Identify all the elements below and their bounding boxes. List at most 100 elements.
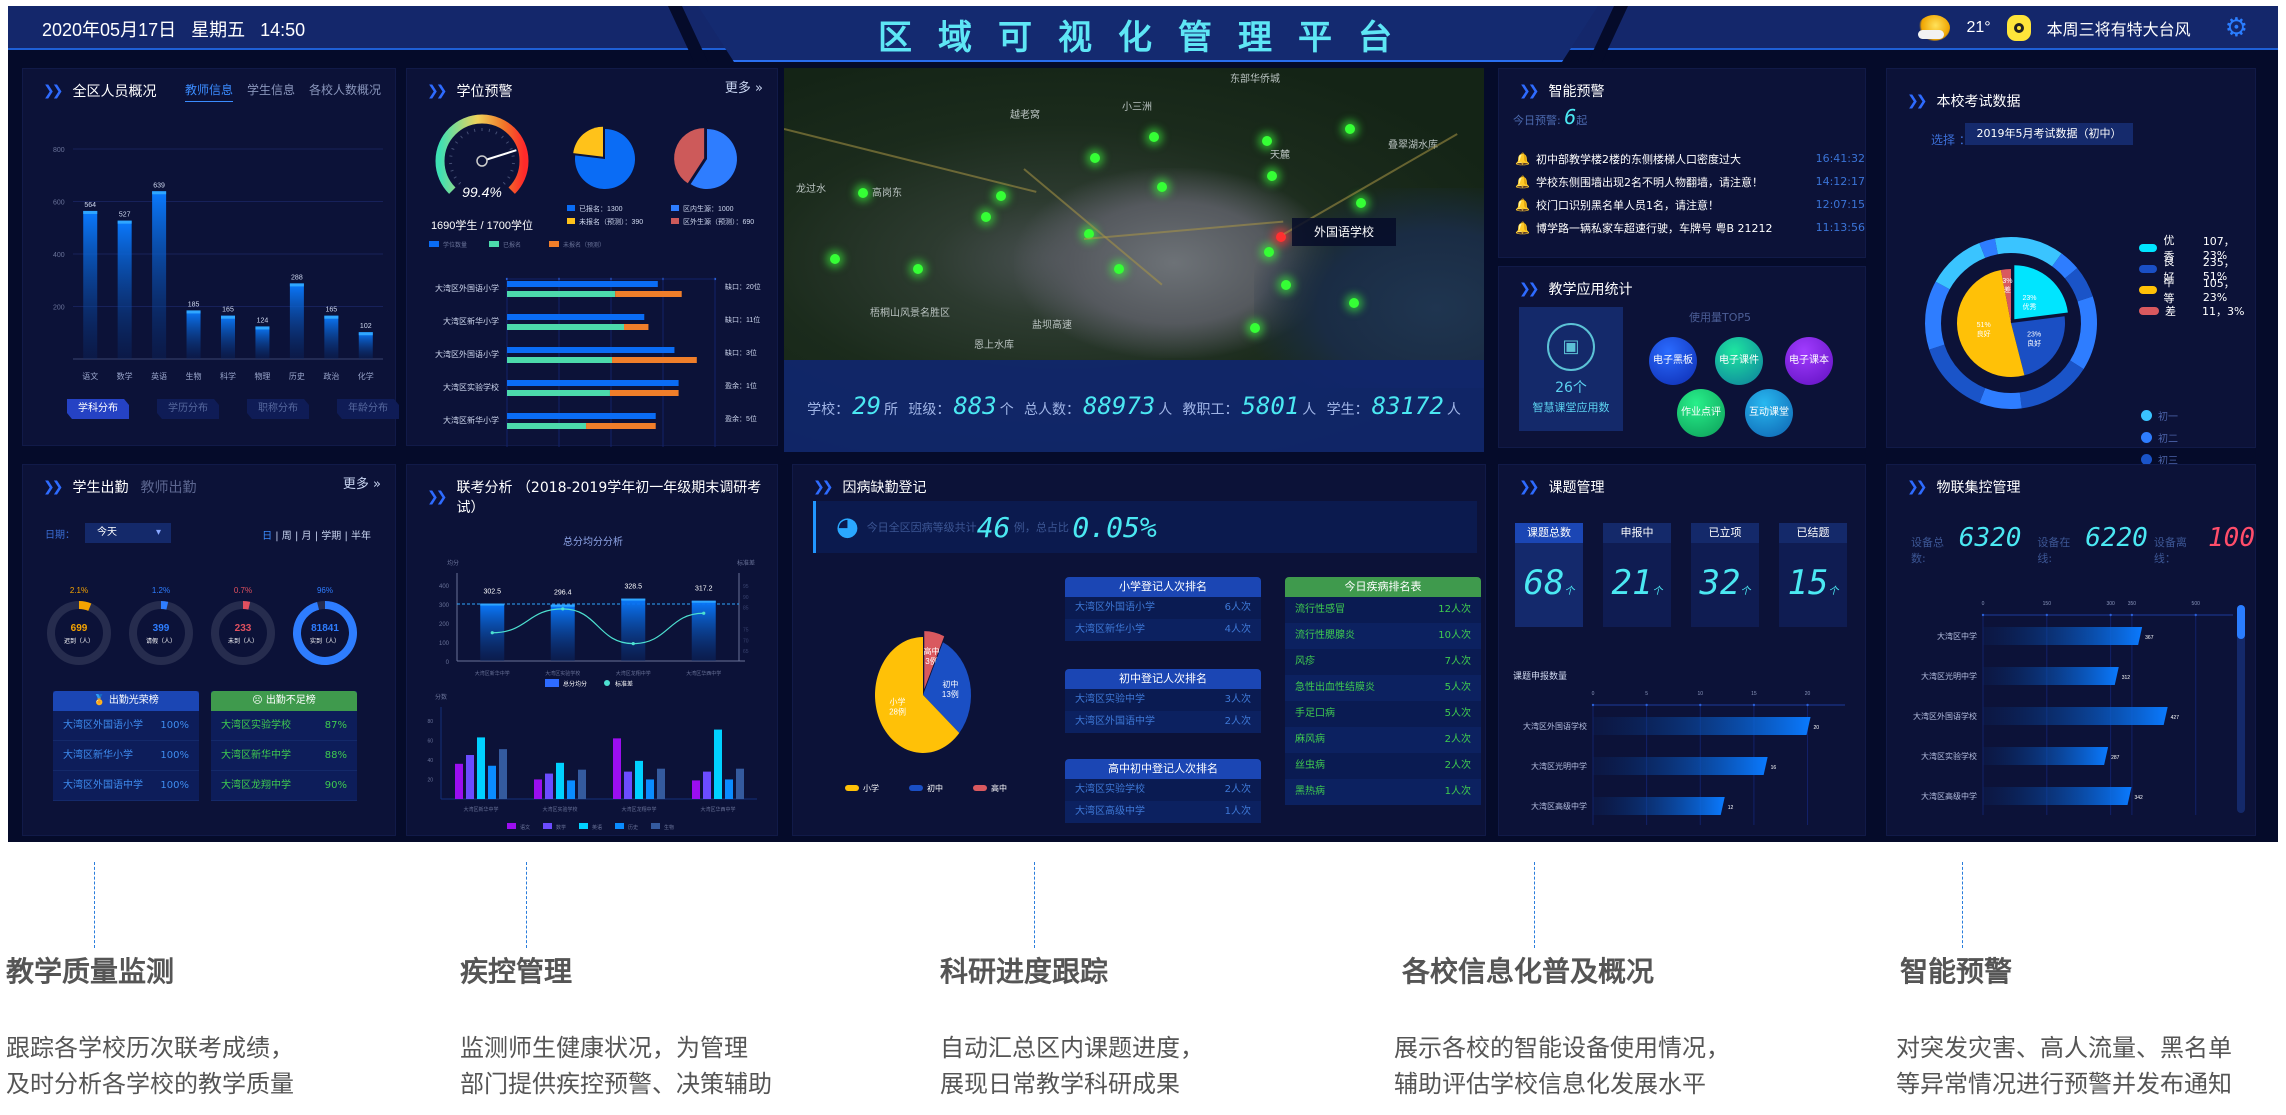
- app-bubble[interactable]: 电子课件: [1715, 337, 1763, 385]
- subject-distribution-button[interactable]: 学科分布: [67, 399, 129, 419]
- legend-grade-2[interactable]: 初二: [2141, 426, 2178, 448]
- slice-label: 3%: [2002, 278, 2012, 285]
- school-marker[interactable]: [1149, 132, 1159, 142]
- outer-ring-segment: [1979, 387, 2022, 409]
- bar: [725, 779, 733, 799]
- school-marker[interactable]: [1349, 298, 1359, 308]
- ring-label: 迟到（人）: [64, 637, 94, 645]
- app-bubble[interactable]: 互动课堂: [1745, 389, 1793, 437]
- school-marker[interactable]: [1267, 171, 1277, 181]
- school-marker[interactable]: [1250, 323, 1260, 333]
- school-marker[interactable]: [858, 188, 868, 198]
- app-bubble[interactable]: 作业点评: [1677, 389, 1725, 437]
- bar-value-label: 328.5: [624, 584, 642, 591]
- honor-row: 大湾区外国语中学 100%: [53, 771, 199, 801]
- y-tick-label-right: 85: [743, 606, 749, 612]
- school-marker[interactable]: [1090, 153, 1100, 163]
- school-marker[interactable]: [1157, 182, 1167, 192]
- school-marker[interactable]: [1262, 136, 1272, 146]
- y-tick-label: 80: [427, 719, 433, 725]
- education-distribution-button[interactable]: 学历分布: [157, 399, 219, 419]
- bar: [186, 310, 201, 359]
- y-tick-label: 大湾区实验学校: [443, 382, 499, 392]
- bar-value-label: 185: [188, 301, 200, 308]
- school-marker[interactable]: [830, 254, 840, 264]
- bar-cap: [186, 310, 201, 314]
- legend-swatch: [671, 205, 679, 211]
- y-tick-label-right: 90: [743, 595, 749, 601]
- gear-icon[interactable]: ⚙: [2225, 12, 2248, 43]
- scrollbar[interactable]: [2237, 605, 2245, 813]
- partly-sunny-icon: [1918, 14, 1951, 41]
- warning-item[interactable]: 🔔 初中部教学楼2楼的东侧楼梯人口密度过大 16:41:32: [1515, 147, 1865, 170]
- app-bubble[interactable]: 电子课本: [1785, 337, 1833, 385]
- x-tick-label: 大湾区龙翔中学: [616, 670, 651, 677]
- ring-percent: 1.2%: [152, 586, 170, 595]
- map-place-label: 梧桐山风景名胜区: [870, 308, 950, 319]
- header-right: 21° 本周三将有特大台风 ⚙: [1918, 12, 2248, 43]
- school-marker[interactable]: [1356, 198, 1366, 208]
- legend-grade-1[interactable]: 初一: [2141, 404, 2178, 426]
- outer-ring-segment: [1994, 237, 2012, 255]
- ring-label: 请假（人）: [146, 637, 176, 645]
- bar-value-label: 312: [2122, 675, 2131, 681]
- sad-face-icon: ☹: [252, 695, 263, 706]
- legend-label: 历史: [628, 824, 638, 831]
- bar: [1983, 747, 2109, 765]
- x-tick-label: 语文: [82, 371, 98, 381]
- page-title: 区域可视化管理平台: [878, 18, 1418, 58]
- legend-label: 区内生源：1000: [683, 204, 734, 213]
- x-tick-label: 5: [1645, 691, 1648, 697]
- bar: [556, 762, 564, 799]
- ring-value: 699: [71, 623, 88, 634]
- scrollbar-thumb[interactable]: [2237, 605, 2245, 639]
- disease-rank-table: 今日疾病排名表 流行性感冒 12人次 流行性腮腺炎 10人次 风疹 7人次 急性出血性…: [1285, 577, 1481, 805]
- bar: [507, 390, 610, 396]
- disease-row: 黑热病 1人次: [1285, 779, 1481, 805]
- legend-label: 初中: [927, 783, 943, 793]
- axis-tick: [1981, 613, 1985, 617]
- bar-cap: [324, 315, 339, 319]
- disease-row: 手足口病 5人次: [1285, 701, 1481, 727]
- school-marker[interactable]: [1264, 247, 1274, 257]
- school-marker[interactable]: [1281, 280, 1291, 290]
- school-marker[interactable]: [996, 191, 1006, 201]
- legend-label: 标准差: [615, 680, 633, 688]
- warning-item[interactable]: 🔔 博学路一辆私家车超速行驶，车牌号 粤B 21212 11:13:56: [1515, 216, 1865, 239]
- slice-label: 优秀: [2023, 302, 2037, 311]
- y-tick-label: 大湾区新华小学: [443, 415, 499, 425]
- bar-value-label: 427: [2171, 715, 2180, 721]
- y-tick-label: 大湾区实验学校: [1921, 751, 1977, 761]
- school-marker[interactable]: [981, 212, 991, 222]
- title-distribution-button[interactable]: 职称分布: [247, 399, 309, 419]
- bar: [488, 765, 496, 799]
- warning-item[interactable]: 🔔 校门口识别黑名单人员1名，请注意！ 12:07:15: [1515, 193, 1865, 216]
- app-bubble[interactable]: 电子黑板: [1649, 337, 1697, 385]
- axis-tick: [1806, 703, 1809, 707]
- x-tick-label: 0: [1982, 601, 1985, 607]
- map-tooltip: 外国语学校: [1292, 218, 1396, 246]
- school-marker[interactable]: [913, 264, 923, 274]
- school-marker[interactable]: [1114, 264, 1124, 274]
- stat-total-people: 总人数： 88973 人: [1023, 392, 1173, 420]
- y-tick-label: 20: [427, 777, 433, 783]
- warning-item[interactable]: 🔔 学校东侧围墙出现2名不明人物翻墙，请注意！ 14:12:17: [1515, 170, 1865, 193]
- bar-cap: [480, 603, 505, 606]
- x-tick-label: 0: [1592, 691, 1595, 697]
- age-distribution-button[interactable]: 年龄分布: [337, 399, 399, 419]
- iot-panel: ❯❯ 物联集控管理 设备总数: 6320 设备在线: 6220 设备离线： 100 01…: [1886, 464, 2256, 836]
- bar: [507, 380, 679, 386]
- legend-label: 高中: [991, 783, 1007, 793]
- seat-warning-panel: ❯❯ 学位预警 更多 » 99.4% 1690学生 / 1700学位 已报名：1300…: [406, 68, 778, 447]
- bar: [736, 768, 744, 799]
- y-tick-label: 100: [439, 641, 450, 647]
- honor-row: 大湾区外国语小学 100%: [53, 711, 199, 741]
- std-dev-point: [490, 631, 494, 635]
- bar: [1983, 667, 2119, 685]
- school-marker[interactable]: [1345, 124, 1355, 134]
- grade-legend: 初一 初二 初三: [2141, 404, 2178, 470]
- header-datetime: 2020年05月17日 星期五 14:50: [42, 20, 306, 40]
- weather-notice[interactable]: 本周三将有特大台风: [2047, 16, 2191, 40]
- x-tick-label: 大湾区华西中学: [686, 670, 721, 677]
- x-tick-label: 物理: [254, 371, 270, 381]
